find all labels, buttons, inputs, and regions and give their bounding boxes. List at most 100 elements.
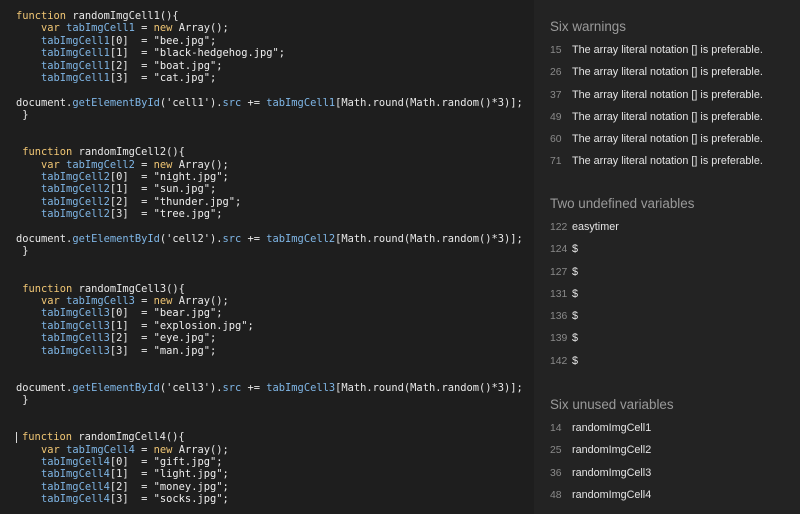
unused-variable-item[interactable]: 36 randomImgCell3 [550,462,800,484]
code-line[interactable]: function randomImgCell2(){ [16,146,534,158]
line-number: 71 [550,156,562,168]
warning-item[interactable]: 37 The array literal notation [] is prefe… [550,84,800,106]
code-token: function [22,431,79,444]
warning-item[interactable]: 26 The array literal notation [] is prefe… [550,61,800,83]
code-line[interactable]: tabImgCell1[2] = "boat.jpg"; [16,60,534,72]
code-line[interactable] [16,134,534,146]
code-line[interactable]: tabImgCell2[3] = "tree.jpg"; [16,208,534,220]
warnings-section: Six warnings 15 The array literal notatio… [550,15,800,173]
undefined-variable-item[interactable]: 124 $ [550,238,800,260]
code-line[interactable] [16,84,534,96]
code-line[interactable]: var tabImgCell4 = new Array(); [16,444,534,456]
code-token: randomImgCell1(){ [72,10,179,22]
code-line[interactable]: } [16,394,534,406]
code-token: Array(); [178,158,229,171]
undefined-variable-item[interactable]: 142 $ [550,350,800,372]
code-line[interactable]: tabImgCell1[0] = "bee.jpg"; [16,35,534,47]
issue-text: The array literal notation [] is prefera… [572,44,763,56]
code-line[interactable]: document.getElementById('cell2').src += … [16,233,534,245]
code-token: document. [16,233,73,246]
undefined-variable-item[interactable]: 122 easytimer [550,216,800,238]
issue-text: randomImgCell1 [572,422,652,434]
warning-item[interactable]: 49 The array literal notation [] is prefe… [550,106,800,128]
code-token: [0] = [109,34,154,47]
undefined-variable-item[interactable]: 136 $ [550,305,800,327]
code-line[interactable] [16,419,534,431]
code-token: "socks.jpg"; [153,493,229,506]
code-token: [1] = [109,183,154,196]
code-line[interactable] [16,221,534,233]
issue-text: randomImgCell3 [572,466,652,479]
issue-text: The array literal notation [] is prefera… [572,133,763,146]
undefined-variable-item[interactable]: 127 $ [550,261,800,283]
code-line[interactable]: tabImgCell4[0] = "gift.jpg"; [16,456,534,468]
code-line[interactable]: var tabImgCell1 = new Array(); [16,22,534,34]
code-token: randomImgCell4(){ [78,431,185,444]
code-line[interactable]: function randomImgCell1(){ [16,10,534,22]
code-line[interactable]: tabImgCell4[2] = "money.jpg"; [16,481,534,493]
unused-variable-item[interactable]: 25 randomImgCell2 [550,439,800,461]
line-number: 36 [550,467,562,479]
code-token: src [222,233,242,246]
code-line[interactable]: var tabImgCell2 = new Array(); [16,159,534,171]
code-line[interactable]: tabImgCell3[1] = "explosion.jpg"; [16,320,534,332]
code-token: Array(); [178,443,229,456]
issue-text: The array literal notation [] is prefera… [572,110,763,123]
code-line[interactable] [16,357,534,369]
code-line[interactable]: } [16,245,534,257]
code-line[interactable] [16,258,534,270]
code-line[interactable]: tabImgCell3[0] = "bear.jpg"; [16,307,534,319]
unused-variables-title: Six unused variables [550,397,674,412]
code-token: "night.jpg"; [153,171,229,184]
line-number: 142 [550,355,568,367]
code-line[interactable]: tabImgCell2[1] = "sun.jpg"; [16,183,534,195]
code-line[interactable] [16,407,534,419]
code-token: var [41,158,67,171]
code-line[interactable]: function randomImgCell4(){ [16,431,534,443]
line-number: 60 [550,134,562,146]
undefined-variable-item[interactable]: 131 $ [550,283,800,305]
code-line[interactable]: tabImgCell1[3] = "cat.jpg"; [16,72,534,84]
unused-variable-item[interactable]: 48 randomImgCell4 [550,484,800,506]
code-line[interactable]: tabImgCell3[3] = "man.jpg"; [16,345,534,357]
line-number: 122 [550,222,568,233]
warning-item[interactable]: 15 The array literal notation [] is prefe… [550,39,800,61]
code-token: tabImgCell2 [41,208,110,221]
code-line[interactable] [16,369,534,381]
code-line[interactable]: var tabImgCell3 = new Array(); [16,295,534,307]
code-line[interactable]: tabImgCell4[3] = "socks.jpg"; [16,493,534,505]
code-line[interactable] [16,270,534,282]
code-token: tabImgCell1 [41,71,110,84]
issue-text: $ [572,243,579,256]
code-token: "gift.jpg"; [153,456,223,469]
code-token: [2] = [109,59,154,72]
code-line[interactable]: tabImgCell1[1] = "black-hedgehog.jpg"; [16,47,534,59]
undefined-variable-item[interactable]: 139 $ [550,327,800,349]
code-token: tabImgCell4 [66,443,135,456]
code-line[interactable]: tabImgCell2[0] = "night.jpg"; [16,171,534,183]
code-line[interactable] [16,122,534,134]
code-token: "thunder.jpg"; [153,195,242,208]
code-token: [0] = [109,171,154,184]
code-token: tabImgCell3 [41,307,110,320]
code-line[interactable]: } [16,109,534,121]
code-line[interactable]: document.getElementById('cell3').src += … [16,382,534,394]
unused-variable-item[interactable]: 14 randomImgCell1 [550,417,800,439]
warning-item[interactable]: 60 The array literal notation [] is prefe… [550,128,800,150]
warning-item[interactable]: 71 The array literal notation [] is prefe… [550,150,800,172]
code-token: document. [16,381,73,394]
code-line[interactable]: tabImgCell4[1] = "light.jpg"; [16,468,534,480]
code-line[interactable]: document.getElementById('cell1').src += … [16,97,534,109]
code-token: ('cell2'). [159,233,223,246]
code-line[interactable]: function randomImgCell3(){ [16,283,534,295]
code-line[interactable]: tabImgCell2[2] = "thunder.jpg"; [16,196,534,208]
code-editor[interactable]: function randomImgCell1(){ var tabImgCel… [0,0,534,514]
code-token: function [16,282,79,295]
code-line[interactable]: tabImgCell3[2] = "eye.jpg"; [16,332,534,344]
